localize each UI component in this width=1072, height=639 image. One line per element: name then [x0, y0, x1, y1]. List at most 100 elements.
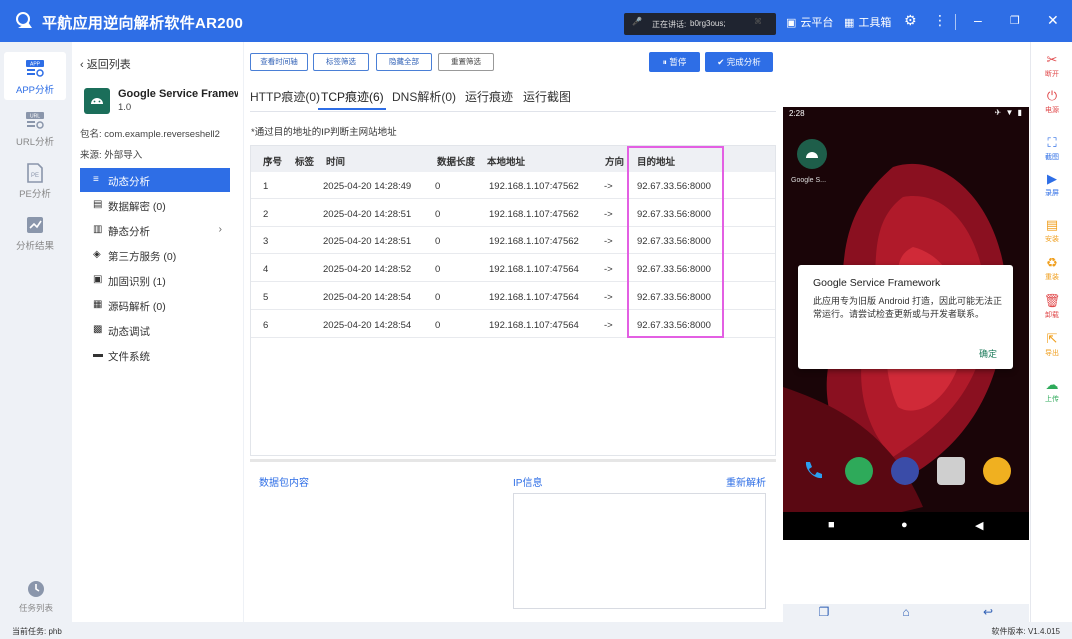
status-bar: 当前任务: phb 软件版本: V1.4.015 [0, 622, 1072, 639]
app-analysis-icon: APP [26, 60, 44, 77]
phone-controls: ❐ ⌂ ↩ [783, 604, 1029, 622]
hide-all-button[interactable]: 隐藏全部 [376, 53, 432, 71]
uninstall-button[interactable]: 🗑 卸载 [1031, 293, 1072, 320]
toolbox-icon: ▦ [844, 16, 855, 29]
export-button[interactable]: ⇱ 导出 [1031, 331, 1072, 358]
menu-third-party[interactable]: ◈ 第三方服务 (0) [80, 243, 230, 267]
speaking-label: 正在讲话: [652, 20, 687, 29]
tab-run-trace[interactable]: 运行痕迹 [465, 88, 513, 105]
time-axis-button[interactable]: 查看时间轴 [250, 53, 308, 71]
home-icon[interactable]: ⌂ [865, 605, 947, 619]
menu-dynamic-debug[interactable]: ▩ 动态调试 [80, 318, 230, 342]
menu-dynamic-analysis[interactable]: ≡ 动态分析 [80, 168, 230, 192]
messages-icon[interactable] [845, 457, 873, 485]
main-panel: 查看时间轴 标签筛选 隐藏全部 重置筛选 ⏸ 暂停 ✔ 完成分析 HTTP痕迹(… [244, 42, 780, 622]
tab-http[interactable]: HTTP痕迹(0) [250, 88, 320, 105]
camera-icon[interactable] [937, 457, 965, 485]
reparse-link[interactable]: 重新解析 [726, 474, 766, 489]
export-icon: ⇱ [1046, 331, 1058, 346]
nav-app-analysis[interactable]: APP APP分析 [4, 52, 66, 100]
back-triangle-icon[interactable]: ◀ [975, 519, 983, 532]
toolbox-button[interactable]: ▦ 工具箱 [844, 14, 891, 30]
main-nav: APP APP分析 URL URL分析 PE PE分析 分析结果 [0, 42, 72, 622]
tab-dns[interactable]: DNS解析(0) [392, 88, 456, 105]
speaker-name: b0rg3ous; [690, 19, 726, 28]
app-tile-label: Google S... [791, 177, 827, 184]
device-tools: ✂ 断开 ⏻ 电源 ⛶ 截图 ▶ 录屏 ▤ 安装 ♻ 重装 🗑 卸载 ⇱ 导出 ☁ 上传 [1030, 42, 1072, 622]
record-button[interactable]: ▶ 录屏 [1031, 171, 1072, 198]
gallery-icon[interactable] [983, 457, 1011, 485]
home-circle-icon[interactable]: ● [901, 519, 908, 531]
pause-button[interactable]: ⏸ 暂停 [649, 52, 700, 72]
col-length: 数据长度 [437, 157, 476, 168]
restore-icon[interactable]: ❐ [1010, 14, 1020, 27]
return-icon[interactable]: ↩ [947, 605, 1029, 619]
tool-label: 断开 [1045, 71, 1059, 78]
more-menu-icon[interactable]: ⋮ [933, 12, 947, 29]
tab-tcp[interactable]: TCP痕迹(6) [321, 88, 384, 105]
nav-analysis-results[interactable]: 分析结果 [4, 208, 66, 256]
android-nav-bar: ■ ● ◀ [783, 512, 1029, 540]
settings-gear-icon[interactable]: ⚙ [904, 12, 917, 29]
tcp-table: 序号 标签 时间 数据长度 本地地址 方向 目的地址 1 2025-04-20 1… [250, 145, 776, 456]
back-to-list-link[interactable]: ‹ 返回列表 [80, 56, 131, 72]
status-icons: ✈ ▼ ▮ [994, 108, 1023, 117]
chevron-right-icon: › [218, 223, 223, 235]
minimize-icon[interactable]: – [974, 12, 982, 28]
microphone-icon: 🎤 [632, 17, 642, 26]
android-icon [91, 98, 103, 104]
toolbox-label: 工具箱 [858, 17, 892, 29]
recents-square-icon[interactable]: ■ [828, 519, 835, 531]
phone-screen[interactable]: 2:28 ✈ ▼ ▮ Google S... Google Service Fr… [783, 107, 1029, 540]
upload-button[interactable]: ☁ 上传 [1031, 377, 1072, 404]
menu-source-code[interactable]: ▦ 源码解析 (0) [80, 293, 230, 317]
screenshot-button[interactable]: ⛶ 截图 [1031, 135, 1072, 162]
browser-icon[interactable] [891, 457, 919, 485]
menu-file-system[interactable]: ▬ 文件系统 [80, 343, 230, 367]
menu-data-decrypt[interactable]: ▤ 数据解密 (0) [80, 193, 230, 217]
recent-apps-icon[interactable]: ❐ [783, 605, 865, 619]
tool-label: 导出 [1045, 350, 1059, 357]
table-cell: 3 [263, 236, 269, 248]
col-tag: 标签 [295, 157, 315, 168]
tag-filter-button[interactable]: 标签筛选 [313, 53, 369, 71]
disconnect-button[interactable]: ✂ 断开 [1031, 52, 1072, 79]
table-cell: 4 [263, 264, 269, 276]
android-app-icon[interactable] [797, 139, 827, 169]
title-bar: 平航应用逆向解析软件AR200 🎤 正在讲话: b0rg3ous; ⌘ ▣ 云平台… [0, 0, 1072, 42]
check-circle-icon: ✔ [717, 57, 725, 67]
col-direction: 方向 [605, 157, 625, 168]
nav-url-analysis[interactable]: URL URL分析 [4, 104, 66, 152]
power-icon: ⏻ [1046, 88, 1058, 103]
table-cell: 2025-04-20 14:28:54 [323, 319, 412, 331]
table-cell: 5 [263, 291, 269, 303]
tool-label: 录屏 [1045, 190, 1059, 197]
dialog-ok-button[interactable]: 确定 [979, 347, 997, 360]
menu-static-analysis[interactable]: ▥ 静态分析 › [80, 218, 230, 242]
nav-pe-analysis[interactable]: PE PE分析 [4, 156, 66, 204]
reinstall-button[interactable]: ♻ 重装 [1031, 255, 1072, 282]
app-name: Google Service Framework [118, 88, 238, 100]
reset-filter-button[interactable]: 重置筛选 [438, 53, 494, 71]
nav-pe-analysis-label: PE分析 [19, 189, 51, 200]
tab-screenshots[interactable]: 运行截图 [523, 88, 571, 105]
document-icon: ▥ [93, 224, 103, 235]
close-icon[interactable]: ✕ [1047, 12, 1059, 29]
menu-label: 动态分析 [108, 176, 150, 188]
svg-text:URL: URL [30, 114, 40, 120]
cloud-platform-button[interactable]: ▣ 云平台 [786, 14, 833, 30]
finish-analysis-button[interactable]: ✔ 完成分析 [705, 52, 773, 72]
install-button[interactable]: ▤ 安装 [1031, 217, 1072, 244]
table-cell: 192.168.1.107:47564 [489, 264, 579, 276]
tool-label: 安装 [1045, 236, 1059, 243]
task-list-button[interactable]: 任务列表 [18, 580, 54, 614]
handshake-icon: ◈ [93, 249, 101, 260]
cloud-upload-icon: ☁ [1045, 377, 1059, 392]
power-button[interactable]: ⏻ 电源 [1031, 88, 1072, 115]
menu-hardening[interactable]: ▣ 加固识别 (1) [80, 268, 230, 292]
package-label: 包名: [80, 129, 102, 140]
col-index: 序号 [263, 157, 283, 168]
phone-icon[interactable] [799, 457, 827, 485]
chevron-left-icon: ‹ [80, 59, 84, 71]
ip-info-box [513, 493, 766, 609]
